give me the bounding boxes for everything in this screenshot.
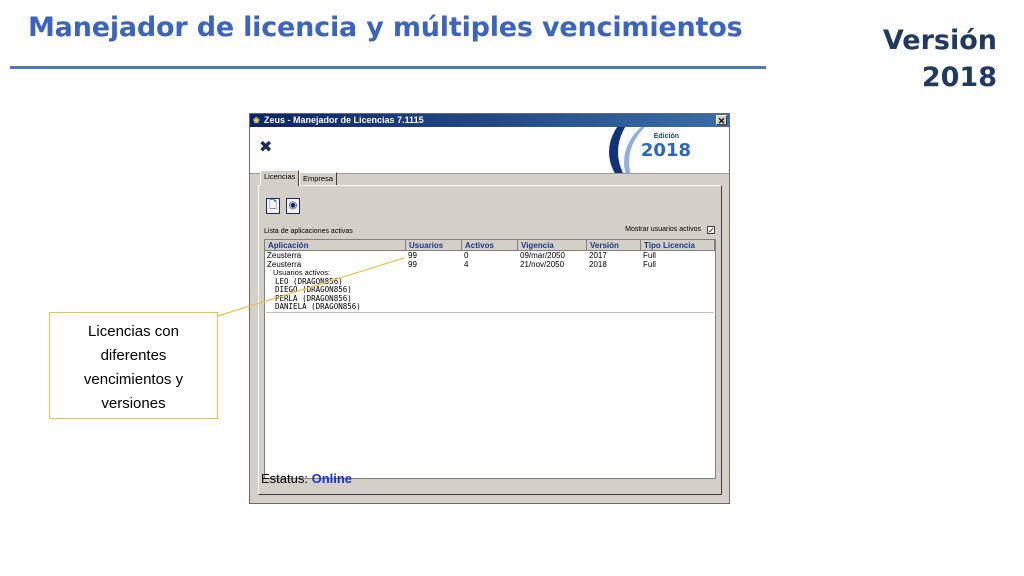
status-bar: Estatus: Online [261, 471, 352, 486]
new-document-button[interactable]: 🗋 [266, 198, 280, 214]
cell-vigencia: 09/mar/2050 [520, 251, 565, 260]
col-header-vigencia[interactable]: Vigencia [518, 240, 587, 251]
app-icon: ❀ [253, 116, 260, 125]
licencias-panel: 🗋 ◉ Lista de aplicaciones activas Mostra… [258, 185, 722, 495]
col-header-activos[interactable]: Activos [462, 240, 518, 251]
tools-icon: ✖ [259, 139, 273, 156]
callout-line: vencimientos y [83, 371, 184, 388]
table-row[interactable]: Zeusterra 99 0 09/mar/2050 2017 Full [265, 251, 715, 260]
table-header: Aplicación Usuarios Activos Vigencia Ver… [265, 240, 715, 251]
cell-usuarios: 99 [408, 251, 417, 260]
title-underline [10, 66, 766, 69]
applications-table: Aplicación Usuarios Activos Vigencia Ver… [264, 239, 716, 479]
slide-title: Manejador de licencia y múltiples vencim… [28, 12, 743, 43]
edition-label: Edición [653, 133, 679, 140]
active-users-list: Usuarios activos: LEO (DRAGON856) DIEGO … [273, 268, 361, 312]
edition-year: 2018 [640, 140, 691, 161]
active-user-item: DANIELA (DRAGON856) [275, 302, 361, 311]
cell-aplicacion: Zeusterra [267, 251, 302, 260]
refresh-icon: ◉ [288, 200, 298, 211]
version-year: 2018 [921, 62, 997, 93]
list-label: Lista de aplicaciones activas [264, 228, 353, 235]
tab-licencias[interactable]: Licencias [260, 170, 299, 186]
license-manager-window: ❀ Zeus - Manejador de Licencias 7.1115 ✕… [249, 113, 730, 504]
cell-tipo-licencia: Full [643, 251, 656, 260]
version-label: Versión 2018 [883, 22, 997, 96]
window-title: Zeus - Manejador de Licencias 7.1115 [264, 115, 424, 125]
col-header-version[interactable]: Versión [587, 240, 641, 251]
callout-line: versiones [101, 395, 166, 412]
callout-line: diferentes [100, 347, 167, 364]
status-value: Online [311, 471, 353, 486]
callout-line: Licencias con [88, 323, 179, 340]
close-button[interactable]: ✕ [716, 115, 727, 126]
window-titlebar[interactable]: ❀ Zeus - Manejador de Licencias 7.1115 ✕ [250, 114, 729, 127]
version-word: Versión [882, 25, 997, 56]
status-label: Estatus: [261, 471, 308, 486]
show-active-label: Mostrar usuarios activos [625, 226, 701, 233]
cell-activos: 0 [464, 251, 469, 260]
tab-empresa[interactable]: Empresa [299, 172, 337, 185]
col-header-usuarios[interactable]: Usuarios [406, 240, 462, 251]
col-header-tipo-licencia[interactable]: Tipo Licencia [641, 240, 715, 251]
document-icon: 🗋 [268, 200, 278, 211]
cell-version: 2017 [589, 251, 607, 260]
refresh-button[interactable]: ◉ [286, 198, 300, 214]
callout-box: Licencias con diferentes vencimientos y … [49, 312, 218, 419]
show-active-checkbox[interactable]: ✓ [707, 226, 715, 235]
edition-banner: ✖ Edición 2018 [250, 127, 729, 173]
col-header-aplicacion[interactable]: Aplicación [265, 240, 406, 251]
